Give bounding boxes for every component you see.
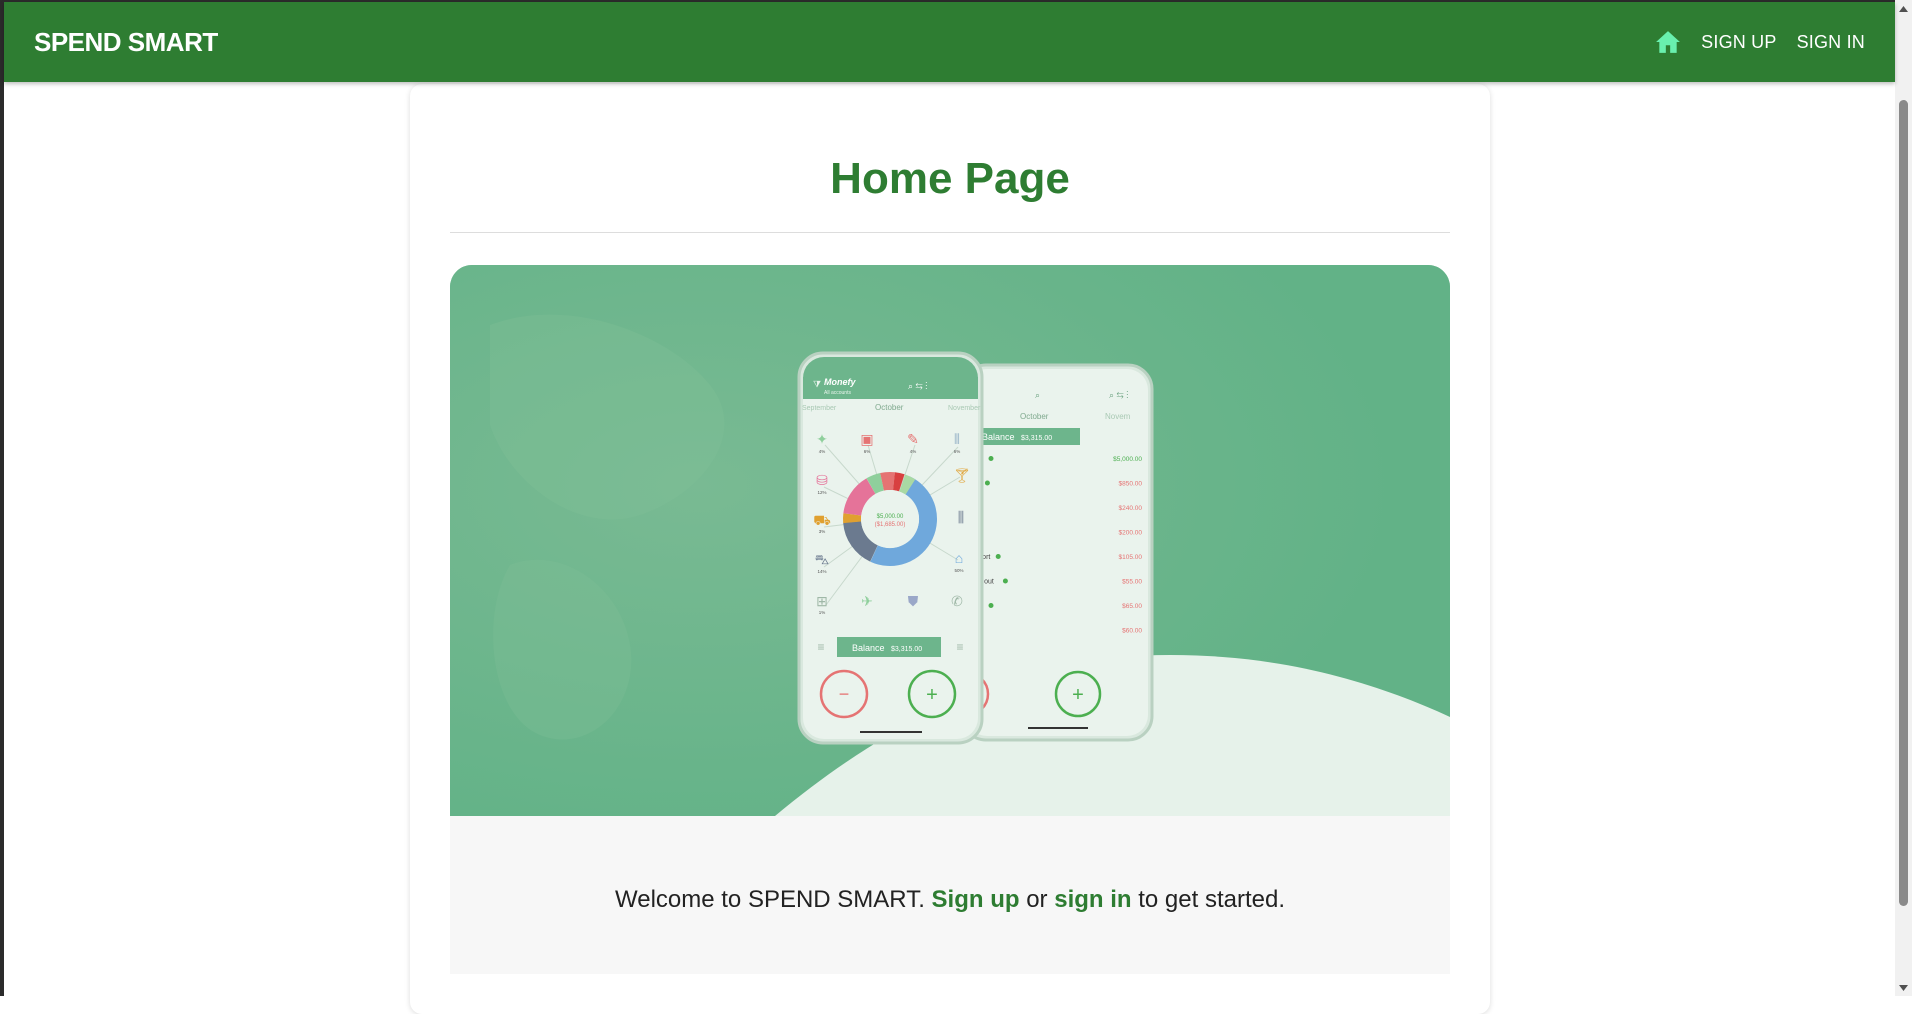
welcome-suffix: to get started.	[1131, 886, 1285, 913]
filter-icon: ⧩	[813, 379, 821, 389]
shirt-icon: ⛊	[908, 593, 919, 609]
percent-label: 3%	[819, 529, 826, 534]
back-phone-row-amount: $850.00	[1119, 481, 1143, 488]
back-phone-row-amount: $55.00	[1122, 579, 1142, 586]
page-title: Home Page	[830, 154, 1070, 203]
front-phone: ⧩ Monefy All accounts ⌕ ⇆ ⋮ September Oc…	[797, 351, 984, 745]
front-phone-app-name: Monefy	[824, 377, 856, 387]
percent-label: 12%	[817, 490, 826, 495]
nav-links: SIGN UP SIGN IN	[1655, 29, 1865, 55]
search-icon: ⌕ ⇆ ⋮	[908, 381, 928, 391]
basket-icon: ⛁	[816, 472, 828, 488]
cocktail-icon: 🍸︎	[953, 467, 971, 483]
menu-icon: ≡	[817, 640, 824, 654]
percent-label: 6%	[954, 449, 961, 454]
percent-label: 4%	[819, 449, 826, 454]
donut-expense-value: ($1,685.00)	[875, 522, 906, 528]
front-phone-balance-value: $3,315.00	[891, 646, 922, 653]
percent-label: 1%	[819, 610, 826, 615]
app-preview-illustration: ⌕ ⌕ ⇆ ⋮ October Novem Balance $3,315.00 …	[450, 265, 1450, 816]
pencil-icon: ✎	[907, 431, 919, 447]
scroll-down-arrow[interactable]	[1895, 979, 1912, 996]
back-phone-balance-label: Balance	[982, 432, 1015, 442]
percent-label: 4%	[910, 449, 917, 454]
back-phone-row-amount: $5,000.00	[1113, 456, 1142, 463]
back-phone-row-amount: $200.00	[1119, 530, 1143, 537]
triangle-down-icon	[1899, 984, 1908, 991]
house-icon: ⌂	[955, 550, 963, 566]
top-navbar: SPEND SMART SIGN UP SIGN IN	[4, 2, 1895, 82]
welcome-message: Welcome to SPEND SMART. Sign up or sign …	[450, 816, 1450, 974]
taxi-icon: ⛟	[813, 512, 831, 528]
back-phone-row-dot	[984, 480, 990, 486]
back-phone-row-amount: $65.00	[1122, 603, 1142, 610]
signin-nav-link[interactable]: SIGN IN	[1797, 32, 1865, 53]
bus-icon: ▣	[860, 431, 873, 447]
phone-icon: ✆	[951, 593, 963, 609]
donut-income-value: $5,000.00	[877, 514, 904, 520]
percent-label: 50%	[954, 568, 963, 573]
plane-icon: ✈	[861, 593, 873, 609]
front-phone-month: October	[875, 403, 904, 412]
hero-image: ⌕ ⌕ ⇆ ⋮ October Novem Balance $3,315.00 …	[450, 265, 1450, 816]
front-phone-month-prev: September	[802, 405, 837, 412]
back-phone-row-amount: $60.00	[1122, 628, 1142, 635]
signin-link[interactable]: sign in	[1054, 886, 1131, 914]
plus-icon: +	[926, 684, 938, 706]
front-phone-balance-label: Balance	[852, 643, 885, 653]
percent-label: 6%	[864, 449, 871, 454]
minus-icon: −	[839, 684, 850, 704]
back-phone-row-dot	[988, 603, 994, 608]
brand-logo[interactable]: SPEND SMART	[34, 27, 218, 58]
car-icon: ⛍	[815, 551, 829, 567]
front-phone-month-next: November	[948, 405, 981, 412]
triangle-up-icon	[1899, 5, 1908, 12]
home-card: Home Page ⌕ ⌕ ⇆ ⋮ October Novem Balance …	[410, 84, 1490, 1014]
cutlery-icon: ⫴	[954, 431, 960, 447]
welcome-middle: or	[1019, 886, 1055, 913]
front-phone-app-subtitle: All accounts	[824, 390, 851, 396]
back-phone-row-dot	[1002, 578, 1008, 584]
percent-label: 14%	[817, 569, 826, 574]
back-phone-search-glyph: ⌕ ⇆ ⋮	[1109, 390, 1129, 400]
title-divider	[450, 232, 1450, 233]
back-phone-balance-value: $3,315.00	[1021, 435, 1052, 442]
back-phone-row-amount: $105.00	[1119, 554, 1143, 561]
back-phone-month: October	[1020, 412, 1049, 421]
back-phone-row-dot	[995, 554, 1001, 559]
fork-knife-icon: ⫼	[958, 509, 964, 525]
scrollbar-thumb[interactable]	[1899, 100, 1908, 906]
toothbrush-icon: ✦	[816, 431, 828, 447]
welcome-prefix: Welcome to SPEND SMART.	[615, 886, 932, 913]
home-button[interactable]	[1655, 29, 1681, 55]
back-phone-row-dot	[988, 456, 994, 461]
scroll-up-arrow[interactable]	[1895, 0, 1912, 17]
back-phone-search-icon: ⌕	[1035, 390, 1040, 400]
home-icon	[1656, 31, 1681, 53]
gift-icon: ⊞	[816, 593, 828, 609]
signup-nav-link[interactable]: SIGN UP	[1701, 32, 1776, 53]
back-phone-plus-icon: +	[1072, 684, 1084, 706]
back-phone-month-next: Novem	[1105, 412, 1131, 421]
menu-icon-right: ≡	[956, 640, 963, 654]
back-phone-row-amount: $240.00	[1119, 505, 1143, 512]
signup-link[interactable]: Sign up	[932, 886, 1020, 914]
vertical-scrollbar[interactable]	[1895, 0, 1912, 996]
